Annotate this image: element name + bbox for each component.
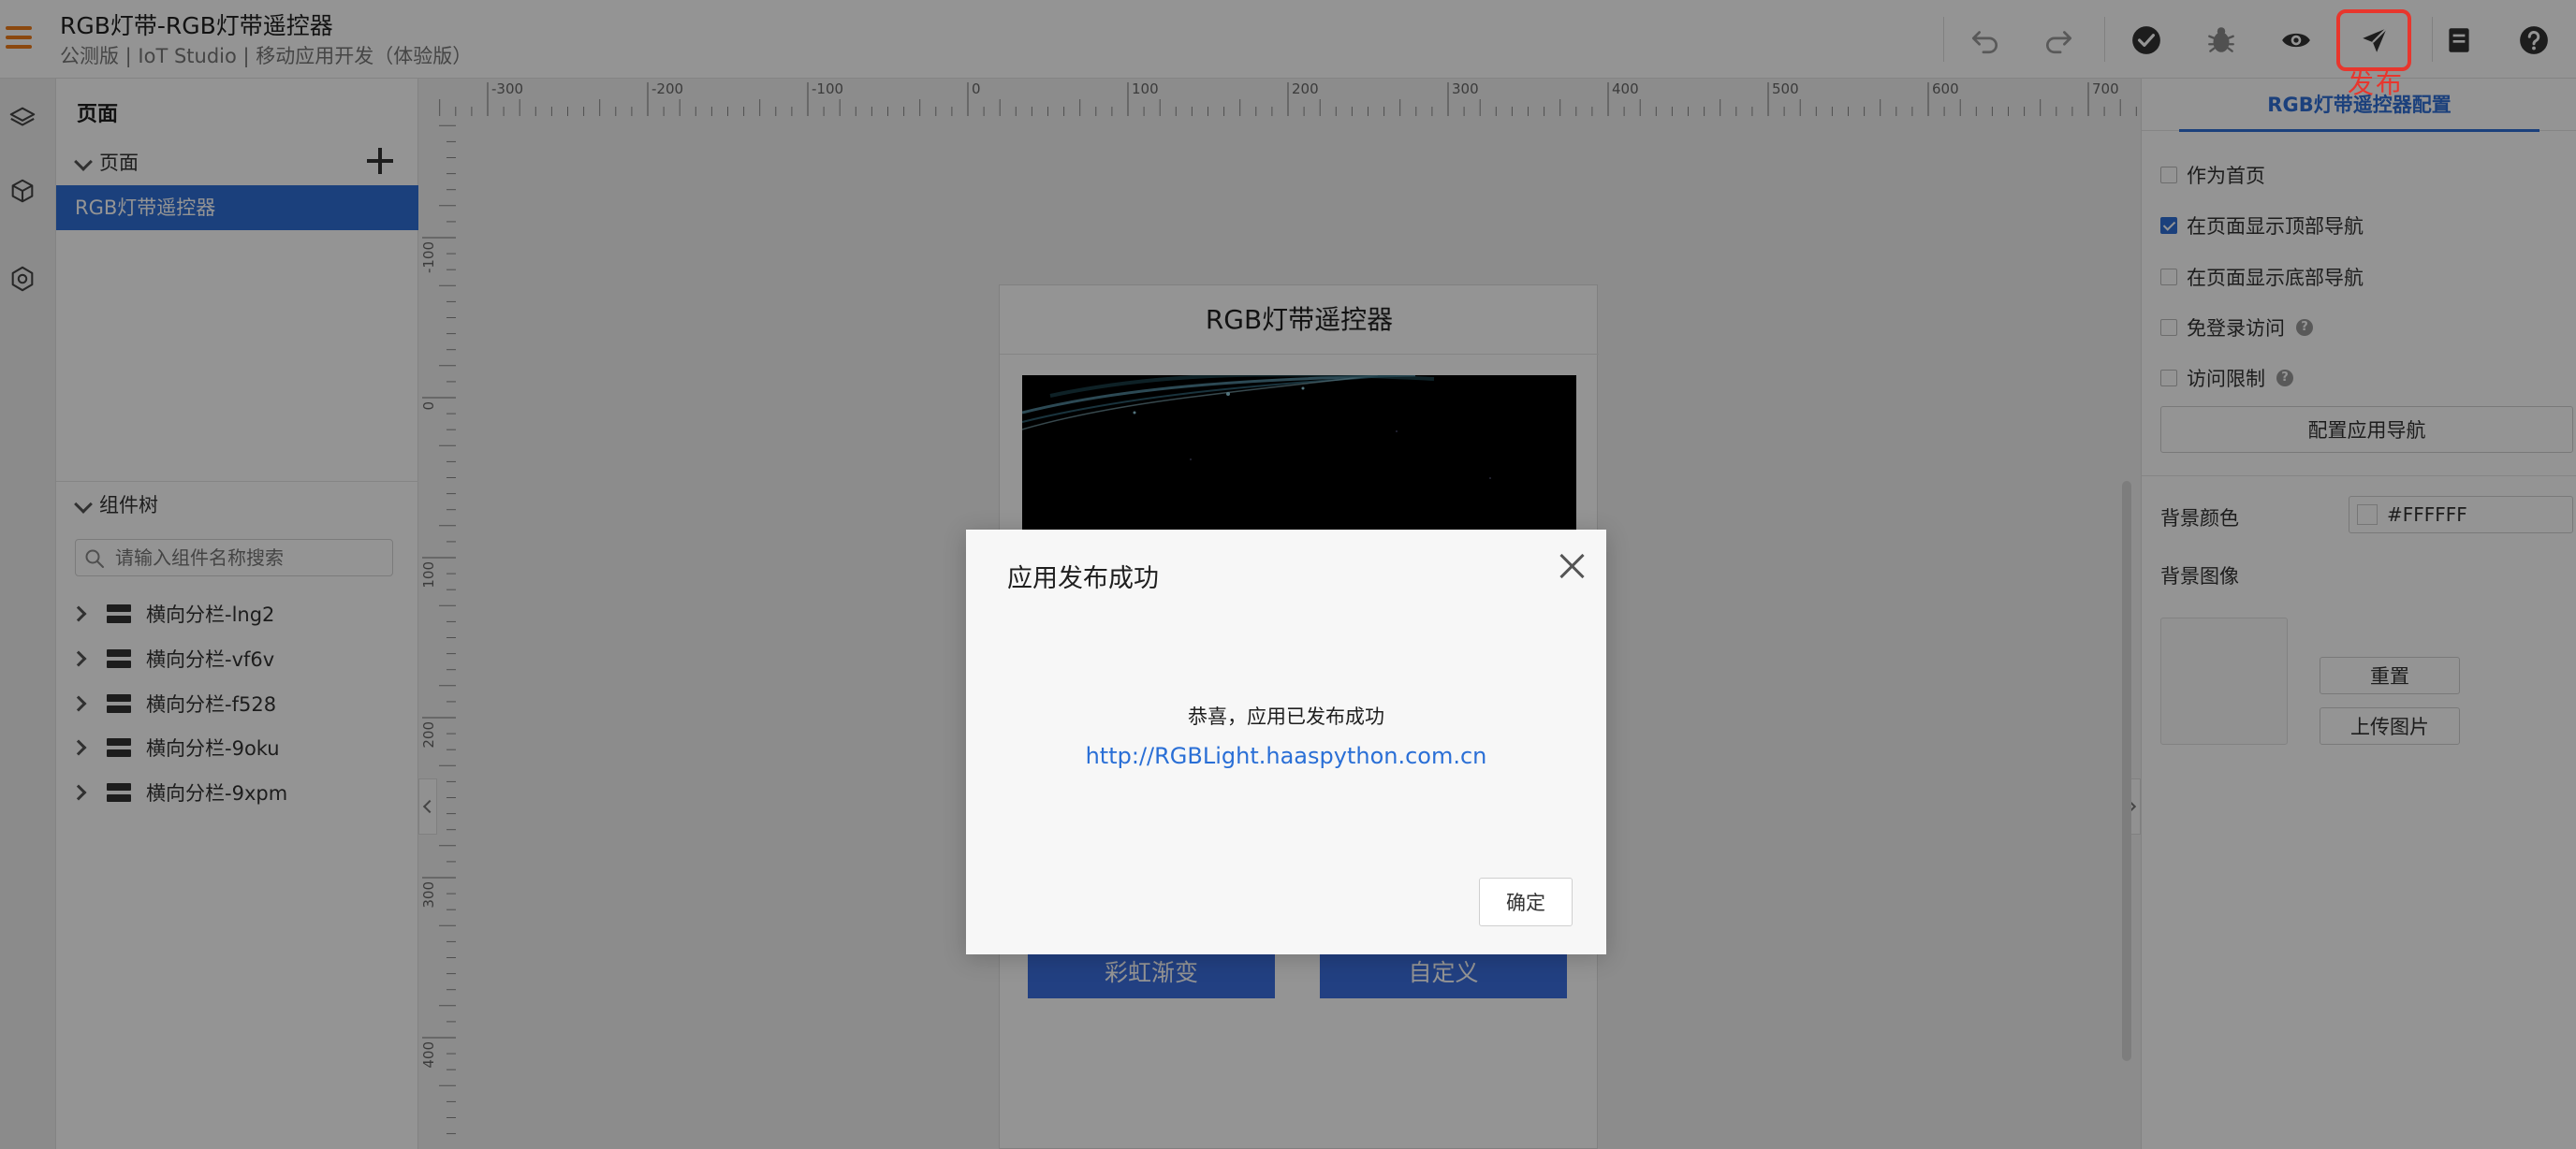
app-url-link[interactable]: http://RGBLight.haaspython.com.cn [966, 743, 1606, 769]
publish-annotation: 发布 [2348, 68, 2405, 99]
dialog-message: 恭喜，应用已发布成功 [1188, 705, 1384, 728]
publish-highlight [2336, 9, 2411, 71]
ok-button[interactable]: 确定 [1479, 878, 1573, 926]
publish-success-dialog: 应用发布成功 恭喜，应用已发布成功 http://RGBLight.haaspy… [966, 530, 1606, 954]
close-icon[interactable] [1554, 548, 1589, 584]
dialog-title: 应用发布成功 [1007, 564, 1159, 593]
